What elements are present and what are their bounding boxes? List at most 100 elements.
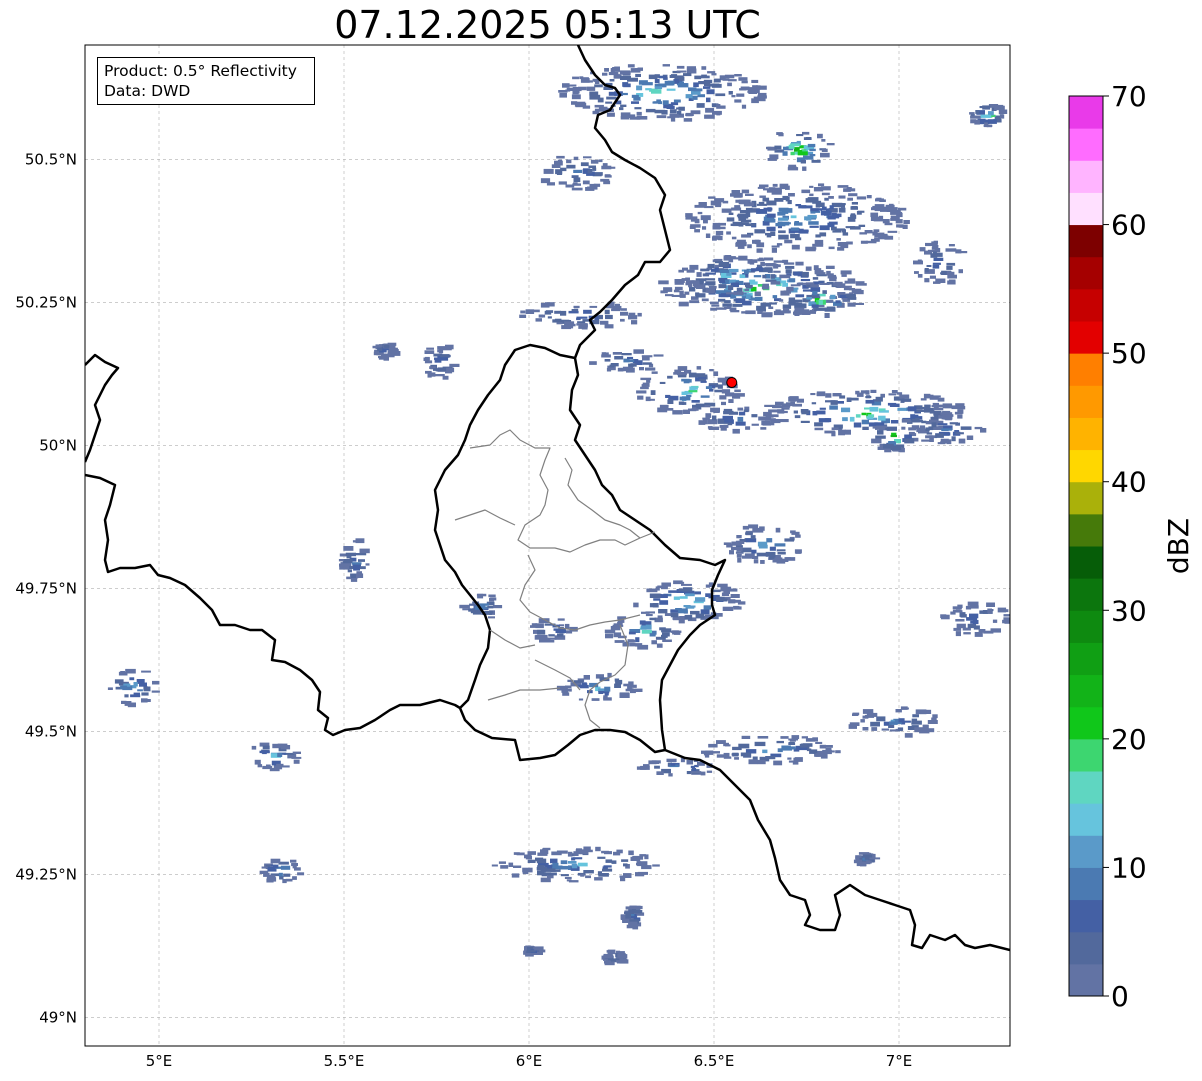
- reflectivity-cell: [741, 547, 752, 553]
- reflectivity-cell: [823, 745, 833, 748]
- reflectivity-cell: [711, 103, 717, 108]
- reflectivity-cell: [602, 868, 613, 872]
- reflectivity-cell: [669, 74, 677, 78]
- reflectivity-cell: [736, 214, 744, 217]
- reflectivity-cell: [639, 854, 646, 857]
- reflectivity-cell: [674, 631, 681, 635]
- reflectivity-cell: [573, 156, 579, 161]
- reflectivity-cell: [990, 628, 1001, 633]
- reflectivity-cell: [783, 262, 795, 265]
- reflectivity-cell: [791, 244, 800, 250]
- reflectivity-cell: [534, 635, 545, 640]
- colorbar-segment: [1069, 738, 1103, 772]
- reflectivity-cell: [917, 274, 923, 278]
- reflectivity-cell: [817, 186, 828, 189]
- reflectivity-cell: [594, 104, 604, 108]
- reflectivity-cell: [884, 448, 892, 453]
- reflectivity-cell: [718, 226, 726, 230]
- reflectivity-cell: [805, 137, 812, 140]
- reflectivity-cell: [636, 111, 642, 116]
- reflectivity-cell: [276, 767, 283, 770]
- reflectivity-cell: [795, 261, 804, 266]
- colorbar-segment: [1069, 224, 1103, 258]
- reflectivity-cell: [554, 318, 562, 323]
- colorbar-tick-label: 50: [1111, 337, 1147, 370]
- reflectivity-cell: [708, 743, 718, 748]
- reflectivity-cell: [700, 215, 711, 221]
- reflectivity-cell: [591, 698, 600, 701]
- colorbar-tick-label: 10: [1111, 851, 1147, 884]
- reflectivity-cell: [796, 302, 803, 306]
- reflectivity-cell: [932, 262, 941, 265]
- reflectivity-cell: [826, 143, 835, 146]
- reflectivity-cell: [774, 543, 786, 547]
- reflectivity-cell: [683, 605, 691, 608]
- reflectivity-cell: [711, 83, 722, 88]
- reflectivity-cell: [819, 293, 826, 297]
- reflectivity-cell: [836, 284, 842, 288]
- reflectivity-cell: [628, 363, 634, 367]
- reflectivity-cell: [851, 288, 862, 294]
- colorbar-segment: [1069, 610, 1103, 643]
- lon-tick-label: 5.5°E: [324, 1052, 365, 1070]
- reflectivity-cell: [969, 613, 979, 619]
- reflectivity-cell: [800, 160, 806, 164]
- reflectivity-cell: [585, 875, 591, 879]
- reflectivity-cell: [702, 226, 707, 230]
- reflectivity-cell: [975, 110, 980, 114]
- reflectivity-cell: [923, 393, 931, 399]
- reflectivity-cell: [764, 418, 776, 421]
- reflectivity-cell: [818, 304, 825, 308]
- reflectivity-cell: [387, 350, 399, 356]
- reflectivity-cell: [849, 416, 855, 422]
- reflectivity-cell: [389, 344, 396, 349]
- reflectivity-cell: [770, 420, 775, 426]
- reflectivity-cell: [940, 272, 947, 275]
- colorbar-segment: [1069, 353, 1103, 386]
- reflectivity-cell: [649, 633, 656, 637]
- reflectivity-cell: [974, 632, 983, 637]
- reflectivity-cell: [886, 207, 898, 212]
- reflectivity-cell: [757, 736, 769, 739]
- reflectivity-cell: [754, 296, 763, 301]
- reflectivity-cell: [788, 144, 795, 149]
- reflectivity-cell: [130, 694, 141, 698]
- reflectivity-cell: [645, 88, 652, 91]
- reflectivity-cell: [340, 553, 346, 557]
- reflectivity-cell: [604, 175, 612, 178]
- reflectivity-cell: [141, 692, 149, 696]
- reflectivity-cell: [911, 433, 917, 437]
- reflectivity-cell: [844, 429, 851, 435]
- reflectivity-cell: [604, 325, 614, 329]
- reflectivity-cell: [649, 593, 661, 598]
- reflectivity-cell: [603, 865, 612, 868]
- reflectivity-cell: [856, 210, 862, 215]
- reflectivity-cell: [597, 856, 606, 859]
- reflectivity-cell: [696, 272, 702, 277]
- reflectivity-cell: [670, 760, 676, 763]
- reflectivity-cell: [635, 643, 643, 647]
- reflectivity-cell: [579, 684, 589, 689]
- colorbar-label: dBZ: [1162, 518, 1195, 574]
- reflectivity-cell: [566, 164, 576, 169]
- reflectivity-cell: [758, 209, 766, 214]
- lon-tick-label: 5°E: [146, 1052, 173, 1070]
- reflectivity-cell: [882, 219, 890, 224]
- reflectivity-cell: [627, 356, 634, 360]
- reflectivity-cell: [689, 300, 700, 304]
- reflectivity-cell: [745, 294, 751, 299]
- colorbar-segment: [1069, 192, 1103, 226]
- reflectivity-cell: [124, 701, 132, 706]
- reflectivity-cell: [604, 960, 612, 964]
- reflectivity-cell: [800, 420, 810, 423]
- reflectivity-cell: [850, 213, 856, 217]
- reflectivity-cell: [656, 115, 667, 119]
- reflectivity-cell: [767, 268, 773, 273]
- reflectivity-cell: [957, 406, 966, 410]
- reflectivity-cell: [600, 178, 610, 182]
- reflectivity-cell: [589, 94, 601, 100]
- reflectivity-cell: [546, 182, 555, 186]
- reflectivity-cell: [887, 402, 897, 406]
- reflectivity-cell: [721, 401, 726, 406]
- reflectivity-cell: [285, 878, 293, 882]
